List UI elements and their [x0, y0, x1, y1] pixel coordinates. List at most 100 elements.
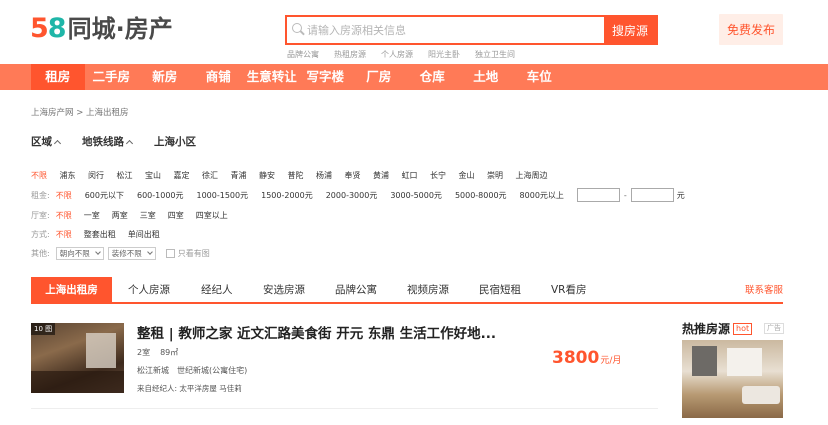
price-range-dash: - [623, 190, 627, 200]
district-option[interactable]: 宝山 [145, 170, 161, 181]
room-option[interactable]: 一室 [84, 210, 100, 221]
price-unit-label: 元/月 [600, 356, 622, 366]
only-images-checkbox[interactable] [165, 249, 175, 258]
nav-item-rent[interactable]: 租房 [31, 64, 85, 90]
room-option[interactable]: 四室以上 [196, 210, 228, 221]
tab-shanghai-rentals[interactable]: 上海出租房 [31, 277, 112, 304]
rent-option[interactable]: 1500-2000元 [261, 190, 313, 201]
tab-video-listings[interactable]: 视频房源 [407, 277, 449, 304]
district-option[interactable]: 杨浦 [316, 170, 332, 181]
district-option[interactable]: 上海周边 [516, 170, 548, 181]
district-option[interactable]: 浦东 [60, 170, 76, 181]
district-option[interactable]: 徐汇 [202, 170, 218, 181]
chevron-down-icon [146, 249, 153, 255]
hotword-link[interactable]: 个人房源 [381, 49, 413, 60]
image-count-badge: 10 图 [31, 323, 56, 335]
room-option[interactable]: 不限 [56, 210, 72, 221]
district-option[interactable]: 虹口 [402, 170, 418, 181]
rent-option[interactable]: 不限 [56, 190, 72, 201]
price-value: 3800 [552, 348, 600, 368]
contact-service-link[interactable]: 联系客服 [745, 277, 783, 304]
tab-vr-tours[interactable]: VR看房 [551, 277, 586, 304]
nav-item-new-house[interactable]: 新房 [138, 64, 192, 90]
site-logo[interactable]: 58 同城·房产 [30, 14, 173, 44]
search-button[interactable]: 搜房源 [604, 17, 656, 43]
nav-item-office[interactable]: 写字楼 [299, 64, 353, 90]
listing-thumbnail[interactable]: 10 图 [31, 323, 124, 393]
hotword-link[interactable]: 阳光主卧 [428, 49, 460, 60]
nav-item-warehouse[interactable]: 仓库 [406, 64, 460, 90]
rent-option[interactable]: 5000-8000元 [455, 190, 507, 201]
thumbnail-window [86, 333, 116, 368]
min-price-input[interactable] [576, 188, 620, 202]
nav-item-land[interactable]: 土地 [459, 64, 513, 90]
room-filter: 厅室: 不限 一室 两室 三室 四室 四室以上 [31, 210, 240, 221]
district-option[interactable]: 普陀 [288, 170, 304, 181]
rent-option[interactable]: 600元以下 [85, 190, 124, 201]
max-price-input[interactable] [630, 188, 674, 202]
recommended-title: 热推房源 [682, 322, 731, 336]
search-bar: 搜房源 [285, 15, 658, 45]
publish-button[interactable]: 免费发布 [719, 14, 783, 45]
district-option[interactable]: 黄浦 [373, 170, 389, 181]
way-label: 方式: [31, 230, 50, 239]
listing-divider [31, 408, 658, 409]
rent-option[interactable]: 2000-3000元 [326, 190, 378, 201]
district-option[interactable]: 崇明 [487, 170, 503, 181]
district-option[interactable]: 静安 [259, 170, 275, 181]
district-option[interactable]: 金山 [459, 170, 475, 181]
tab-agents[interactable]: 经纪人 [201, 277, 233, 304]
search-input[interactable] [307, 17, 604, 43]
district-option[interactable]: 松江 [117, 170, 133, 181]
room-option[interactable]: 两室 [112, 210, 128, 221]
district-option[interactable]: 青浦 [231, 170, 247, 181]
rent-option[interactable]: 8000元以上 [520, 190, 564, 201]
rent-option[interactable]: 1000-1500元 [197, 190, 249, 201]
room-option[interactable]: 三室 [140, 210, 156, 221]
tab-region[interactable]: 区域 [31, 134, 62, 149]
rent-option[interactable]: 3000-5000元 [390, 190, 442, 201]
hotword-link[interactable]: 品牌公寓 [287, 49, 319, 60]
nav-item-business-transfer[interactable]: 生意转让 [245, 64, 299, 90]
tab-subway[interactable]: 地铁线路 [82, 134, 134, 149]
image-sofa [742, 386, 780, 404]
chevron-up-icon [53, 139, 62, 147]
recommended-listing-image[interactable] [682, 340, 783, 418]
hot-search-words: 品牌公寓 热租房源 个人房源 阳光主卧 独立卫生间 [287, 49, 515, 60]
tab-region-label: 区域 [31, 136, 52, 148]
other-label: 其他: [31, 249, 50, 258]
nav-item-parking[interactable]: 车位 [513, 64, 567, 90]
tab-community[interactable]: 上海小区 [154, 134, 196, 149]
district-option[interactable]: 嘉定 [174, 170, 190, 181]
search-icon [287, 17, 307, 43]
room-option[interactable]: 四室 [168, 210, 184, 221]
hotword-link[interactable]: 热租房源 [334, 49, 366, 60]
thumbnail-floor [31, 371, 124, 393]
listing-district[interactable]: 松江新城 [137, 365, 169, 376]
orientation-select[interactable]: 朝向不限 [55, 247, 104, 260]
breadcrumb[interactable]: 上海房产网 > 上海出租房 [31, 106, 129, 118]
way-option[interactable]: 整套出租 [84, 229, 116, 240]
way-option[interactable]: 不限 [56, 229, 72, 240]
nav-item-factory[interactable]: 厂房 [352, 64, 406, 90]
tab-brand-apartments[interactable]: 品牌公寓 [335, 277, 377, 304]
district-option[interactable]: 闵行 [88, 170, 104, 181]
decoration-select-value: 装修不限 [111, 249, 142, 258]
way-option[interactable]: 单间出租 [128, 229, 160, 240]
rent-option[interactable]: 600-1000元 [137, 190, 184, 201]
district-option[interactable]: 不限 [31, 170, 47, 181]
tab-verified-listings[interactable]: 安选房源 [263, 277, 305, 304]
district-option[interactable]: 长宁 [430, 170, 446, 181]
nav-item-shop[interactable]: 商铺 [192, 64, 246, 90]
tab-personal-listings[interactable]: 个人房源 [128, 277, 170, 304]
district-option[interactable]: 奉贤 [345, 170, 361, 181]
listing-title[interactable]: 整租 | 教师之家 近文汇路美食街 开元 东鼎 生活工作好地... [137, 322, 496, 342]
recommended-header: 热推房源 hot [682, 320, 753, 337]
tab-short-rent[interactable]: 民宿短租 [479, 277, 521, 304]
decoration-select[interactable]: 装修不限 [107, 247, 156, 260]
listing-community[interactable]: 世纪新城(公寓住宅) [177, 365, 247, 376]
hotword-link[interactable]: 独立卫生间 [475, 49, 515, 60]
main-nav: 租房 二手房 新房 商铺 生意转让 写字楼 厂房 仓库 土地 车位 [0, 64, 828, 90]
ad-badge: 广告 [764, 323, 784, 334]
nav-item-second-hand[interactable]: 二手房 [85, 64, 139, 90]
